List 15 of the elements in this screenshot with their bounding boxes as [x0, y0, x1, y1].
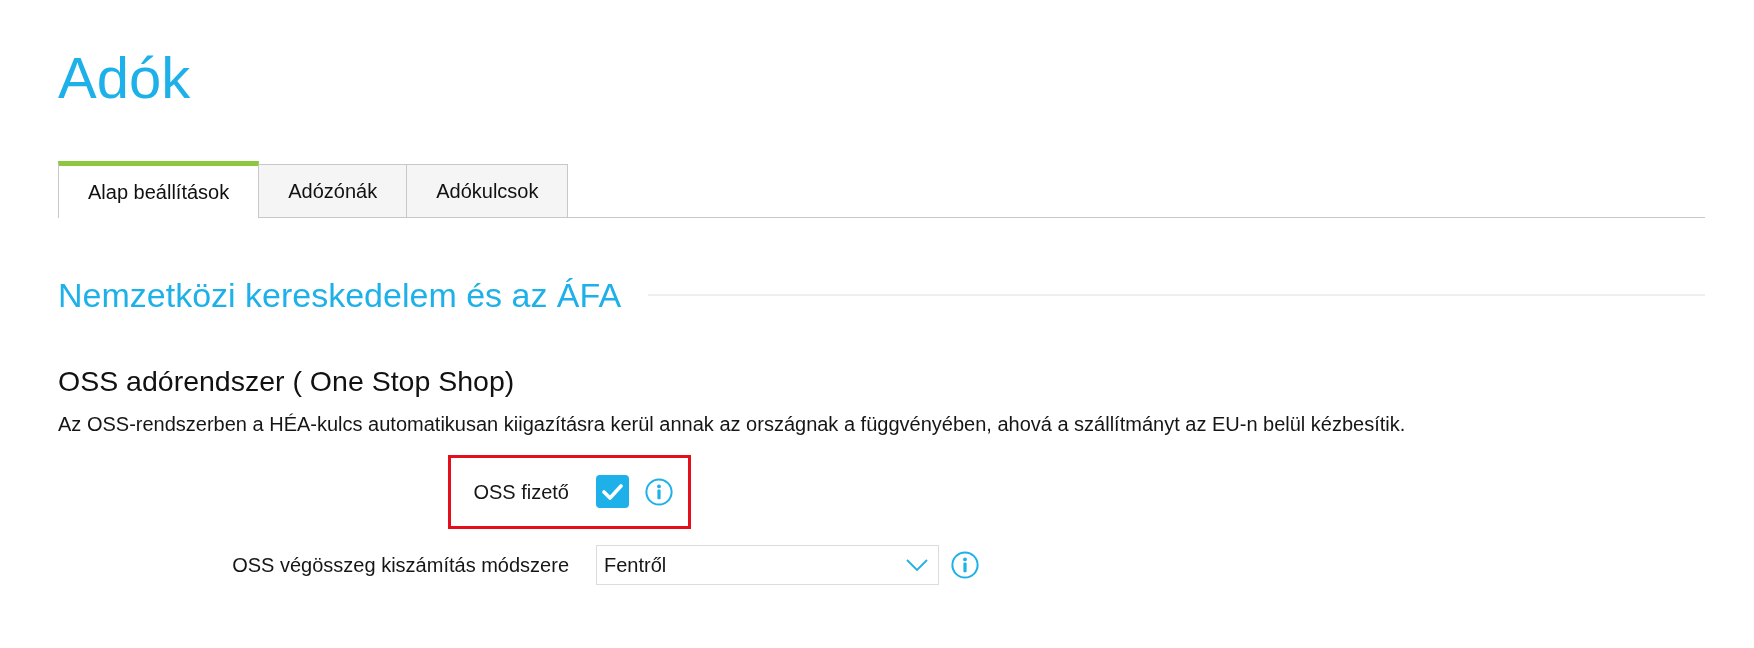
field-label: OSS fizető: [473, 480, 569, 504]
tab[interactable]: Adózónák: [258, 164, 408, 217]
checkbox[interactable]: [596, 475, 629, 509]
page-title: Adók: [58, 49, 192, 107]
section-heading: Nemzetközi kereskedelem és az ÁFA: [58, 275, 622, 316]
chevron-down-icon: [906, 559, 928, 571]
tab[interactable]: Adókulcsok: [406, 164, 569, 217]
field-label: OSS végösszeg kiszámítás módszere: [232, 553, 569, 577]
dropdown-field[interactable]: Fentről: [596, 545, 939, 585]
info-icon[interactable]: [951, 551, 979, 579]
tab[interactable]: Alap beállítások: [58, 161, 260, 218]
description-text: Az OSS-rendszerben a HÉA-kulcs automatikusan kiigazításra kerül annak az országnak a függvényében, ahová a szállítmányt az EU-n belül kézbesítik.: [58, 412, 1407, 437]
info-icon[interactable]: [645, 478, 673, 506]
subsection-heading: OSS adórendszer ( One Stop Shop): [58, 363, 516, 398]
checkmark-icon: [602, 483, 623, 501]
